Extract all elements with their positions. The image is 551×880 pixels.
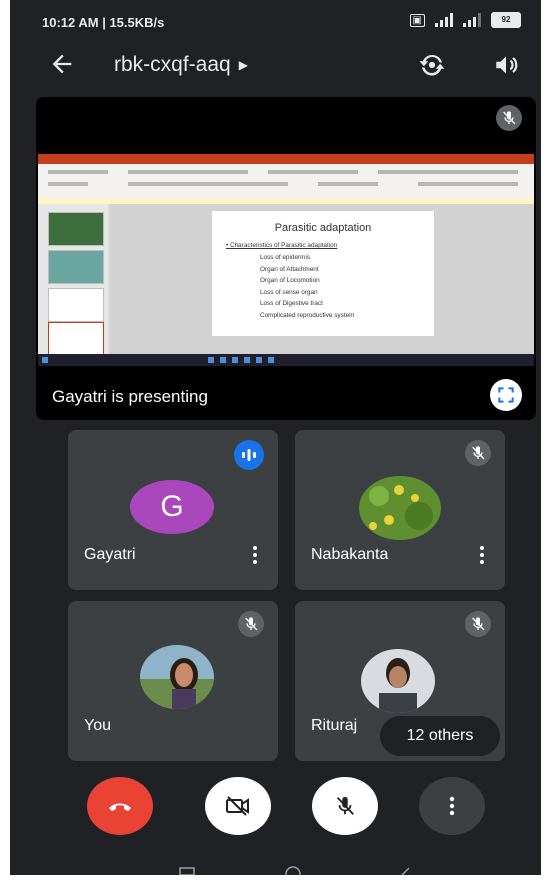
presentation-tile[interactable]: Parasitic adaptation Characteristics of … [36, 97, 536, 420]
participant-name: Nabakanta [311, 546, 389, 563]
mic-off-badge [465, 440, 491, 466]
slide-thumbnails [38, 204, 108, 356]
slide-bullet: Loss of Digestive tract [260, 300, 323, 307]
meeting-title[interactable]: rbk-cxqf-aaq ▶ [114, 53, 248, 77]
slide-thumb [48, 212, 104, 246]
mic-toggle-button[interactable] [312, 777, 378, 835]
participant-name: You [84, 717, 111, 734]
end-call-icon [109, 803, 131, 811]
participant-name: Gayatri [84, 546, 136, 563]
app-title-bar [38, 154, 534, 164]
participant-tile-nabakanta[interactable]: Nabakanta [295, 430, 505, 590]
slide-thumb [48, 322, 104, 356]
mic-off-icon [503, 111, 516, 125]
meeting-code: rbk-cxqf-aaq [114, 53, 231, 76]
status-icons: ▣ 92 [409, 12, 521, 28]
more-options-icon[interactable] [252, 544, 258, 564]
slide-bullet: Loss of epidermis [260, 254, 311, 261]
meet-screen: 10:12 AM | 15.5KB/s ▣ 92 rbk-cxqf-aaq ▶ [10, 0, 541, 880]
speaking-indicator [234, 440, 264, 470]
slide: Parasitic adaptation Characteristics of … [212, 211, 434, 336]
mic-off-icon [472, 446, 485, 460]
participant-tile-gayatri[interactable]: G Gayatri [68, 430, 278, 590]
slide-bullet: Loss of sense organ [260, 288, 318, 296]
system-nav-icons [179, 866, 410, 880]
slide-bullet: Complicated reproductive system [260, 311, 355, 319]
mic-off-icon [337, 796, 354, 815]
participant-tile-you[interactable]: You [68, 601, 278, 761]
avatar [140, 645, 214, 709]
slide-thumb [48, 250, 104, 284]
status-bar: 10:12 AM | 15.5KB/s ▣ 92 [10, 0, 541, 40]
camera-off-icon [226, 796, 249, 816]
chevron-right-icon: ▶ [238, 58, 248, 73]
system-nav-bar [10, 856, 541, 880]
battery-icon: 92 [491, 12, 521, 28]
signal-icon [435, 13, 453, 27]
mic-off-badge [238, 611, 264, 637]
more-options-icon[interactable] [479, 544, 485, 564]
speaker-icon[interactable] [492, 52, 520, 78]
others-count-chip[interactable]: 12 others [380, 716, 500, 756]
slide-canvas: Parasitic adaptation Characteristics of … [110, 204, 534, 354]
status-time: 10:12 AM | 15.5KB/s [42, 15, 165, 30]
audio-level-icon [242, 449, 256, 461]
fullscreen-button[interactable] [490, 379, 522, 411]
participant-name: Rituraj [311, 717, 358, 734]
presenting-label: Gayatri is presenting [52, 387, 208, 406]
avatar [361, 649, 435, 713]
slide-bullet: Organ of Locomotion [260, 277, 320, 284]
fullscreen-icon [498, 387, 514, 403]
meeting-header: rbk-cxqf-aaq ▶ [10, 40, 541, 90]
avatar [359, 476, 441, 540]
avatar: G [130, 480, 214, 534]
slide-bullets: Loss of epidermis Organ of Attachment Or… [260, 252, 354, 321]
signal-2-icon [463, 13, 481, 27]
slide-bullet: Organ of Attachment [260, 265, 319, 273]
more-options-button[interactable] [419, 777, 485, 835]
shared-screen: Parasitic adaptation Characteristics of … [38, 154, 534, 366]
app-ribbon [38, 164, 534, 199]
back-arrow-icon[interactable] [48, 50, 76, 78]
camera-toggle-button[interactable] [205, 777, 271, 835]
mic-off-badge [465, 611, 491, 637]
end-call-button[interactable] [87, 777, 153, 835]
more-vert-icon [449, 796, 455, 816]
slide-title: Parasitic adaptation [274, 222, 372, 234]
sim-icon: ▣ [409, 13, 425, 27]
slide-heading: Characteristics of Parasitic adaptation [226, 242, 337, 249]
mic-off-icon [245, 617, 258, 631]
switch-camera-icon[interactable] [417, 50, 447, 80]
slide-thumb [48, 288, 104, 322]
presenter-mic-off-badge [496, 105, 522, 131]
windows-taskbar [38, 354, 534, 366]
mic-off-icon [472, 617, 485, 631]
